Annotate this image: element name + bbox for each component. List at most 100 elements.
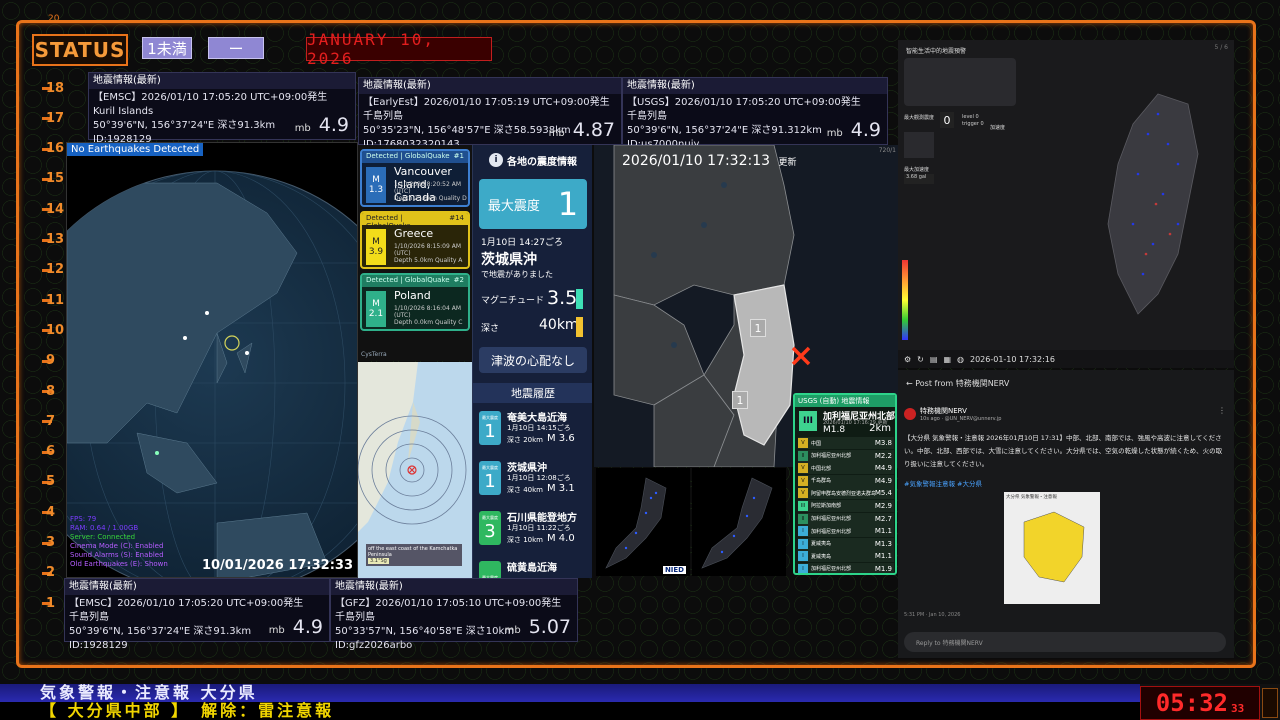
scale-tick: 9 [26,351,66,371]
history-time: 1月10日 12:08ごろ [507,474,571,482]
scale-label: 18 [46,80,65,96]
usgs-item[interactable]: V 中国 M3.8 [798,437,894,449]
gq-meta1: 1/10/2026 8:20:52 AM (UTC) [394,181,461,195]
usgs-item-mag: M1.1 [874,527,892,536]
history-int: 最大震度 [479,561,501,578]
chart-icon[interactable]: ▤ [930,355,938,364]
grid-icon[interactable]: ▦ [943,355,951,364]
depth-value: 40km [539,317,579,333]
usgs-item-int: V [798,438,808,448]
gq-num: #14 [449,214,464,222]
info-icon: i [489,153,503,167]
globe-icon[interactable]: ◍ [957,355,964,364]
usgs-item[interactable]: I 加利福尼亚州北部 M1.9 [798,562,894,573]
post-image[interactable]: 大分県 気象警報・注意報 [1004,492,1100,604]
usgs-item-mag: M5.4 [874,489,892,498]
quake-line1: 【EMSC】2026/01/10 17:05:20 UTC+09:00発生 [93,92,328,103]
history-item[interactable]: 最大震度 1 茨城県沖 1月10日 12:08ごろ 深さ 40km M 3.1 [479,457,591,505]
gear-icon[interactable]: ⚙ [904,355,911,364]
usgs-item[interactable]: V 阿留申群岛安德烈亚诺夫群岛 M5.4 [798,487,894,500]
mag-bar [576,289,583,309]
tw-toolbar: ⚙ ↻ ▤ ▦ ◍ 2026-01-10 17:32:16 [898,350,1234,368]
mb-label: mb [548,128,565,139]
ticker-line1: 気象警報・注意報 大分県 [0,684,1140,702]
scale-label: 16 [46,141,65,157]
quake-line1: 【GFZ】2026/01/10 17:05:10 UTC+09:00発生 [335,598,562,609]
oita-map-svg [1023,511,1085,583]
gq-card[interactable]: Detected | GlobalQuake #14 M 3.9 Greece 1/… [360,211,470,269]
reply-input[interactable]: Reply to 特務機関NERV [904,632,1226,652]
clock-hm: 05:32 [1155,689,1228,717]
gq-m: M [372,299,380,309]
quake-head: 地震情報(最新) [89,73,355,89]
usgs-item-place: 夏威夷岛 [811,541,832,548]
info-place: 茨城県沖 [481,252,537,268]
scale-label: 1 [46,595,56,611]
usgs-item[interactable]: V 中国北部 M4.9 [798,462,894,475]
scale-label: 12 [46,262,65,278]
usgs-item[interactable]: II 加利福尼亚州北部 M2.7 [798,512,894,525]
gq-tag: Detected | GlobalQuake [366,276,450,284]
usgs-item-int: III [798,500,808,511]
post-tags[interactable]: #気象警報注意報 #大分県 [904,478,982,488]
usgs-depth: 2km [869,423,891,434]
intensity-marker[interactable]: 1 [732,391,748,409]
history-item[interactable]: 最大震度 1 奄美大島近海 1月10日 14:15ごろ 深さ 20km M 3.6 [479,407,591,455]
usgs-item[interactable]: II 加利福尼亚州北部 M2.2 [798,449,894,462]
tw-trigger-label: trigger [962,121,979,127]
gq-meta2: Depth 25.6km Quality D [394,195,467,202]
max-label: 最大震度 [487,198,540,214]
usgs-item-place: 加利福尼亚州北部 [811,528,852,535]
usgs-item-int: II [798,513,808,524]
gq-card[interactable]: Detected | GlobalQuake #2 M 2.1 Poland 1/1… [360,273,470,331]
tw-corner: 5 / 6 [1214,44,1228,51]
more-icon[interactable]: ⋮ [1218,406,1226,415]
usgs-item[interactable]: I 夏威夷岛 M1.3 [798,537,894,550]
history-place: 石川県能登地方 [507,513,577,524]
post-back[interactable]: ← Post from 特務機関NERV [906,378,1009,389]
gq-meta2: Depth 0.0km Quality C [394,319,463,326]
alert-pill: ー [208,37,264,59]
gq-tag: Detected | GlobalQuake [366,152,450,160]
back-arrow-icon[interactable]: ← [906,379,913,388]
globe-status: No Earthquakes Detected [67,143,204,156]
scale-tick: 8 [26,381,66,401]
quake-line4: ID:gfz2026arbo [335,640,413,651]
history-int: 最大震度 1 [479,411,501,445]
scale-tick: 14 [26,199,66,219]
history-int: 最大震度 3 [479,511,501,545]
usgs-item[interactable]: V 千岛群岛 M4.9 [798,474,894,487]
quake-emsc-bottom: 地震情報(最新) 【EMSC】2026/01/10 17:05:20 UTC+0… [64,578,330,651]
kamchatka-map[interactable]: off the east coast of the Kamchatka Peni… [358,362,472,578]
tw-pga-label: 最大加速度 [904,167,930,173]
quake-usgs: 地震情報(最新) 【USGS】2026/01/10 17:05:20 UTC+0… [622,77,888,150]
mini-map-brand: CysTerra [361,351,387,358]
gq-card[interactable]: Detected | GlobalQuake #1 M 1.3 Vancouver … [360,149,470,207]
refresh-icon[interactable]: ↻ [917,355,924,364]
history-item[interactable]: 最大震度 3 石川県能登地方 1月10日 11:22ごろ 深さ 10km M 4.0 [479,507,591,555]
fps-text: FPS: 79 [70,515,97,523]
gq-num: #1 [453,152,464,160]
intensity-marker[interactable]: 1 [750,319,766,337]
scale-label: 14 [46,201,65,217]
history-depth: 深さ 40km [507,486,544,494]
history-mag: M 4.0 [547,533,575,544]
globe-panel[interactable]: No Earthquakes Detected FPS: 79 RAM: 0.6… [66,142,358,578]
scale-label: 8 [46,383,56,399]
tw-levels: level 0 trigger 0 [962,114,984,128]
intensity-scale: 18 17 16 15 14 13 12 11 10 9 8 7 6 5 4 3 2 1 [26,78,66,638]
history-item[interactable]: 最大震度 硫黄島近海 [479,557,591,578]
usgs-item[interactable]: III 阿拉斯加南部 M2.9 [798,499,894,512]
intensity-pill: 1未満 [142,37,192,59]
scale-label: 3 [46,535,56,550]
avatar[interactable] [904,408,916,420]
post-back-text: Post from 特務機関NERV [915,379,1010,388]
old-text: Old Earthquakes (E): Shown [70,560,168,568]
quake-line2: 千島列島 [627,111,667,122]
scale-label: 17 [46,110,65,126]
usgs-item[interactable]: I 夏威夷岛 M1.1 [798,550,894,563]
ram-text: RAM: 0.64 / 1.00GB [70,524,139,532]
nied-map-svg [701,477,773,569]
gq-meta2: Depth 5.0km Quality A [394,257,463,264]
usgs-item[interactable]: I 加利福尼亚州北部 M1.1 [798,525,894,538]
